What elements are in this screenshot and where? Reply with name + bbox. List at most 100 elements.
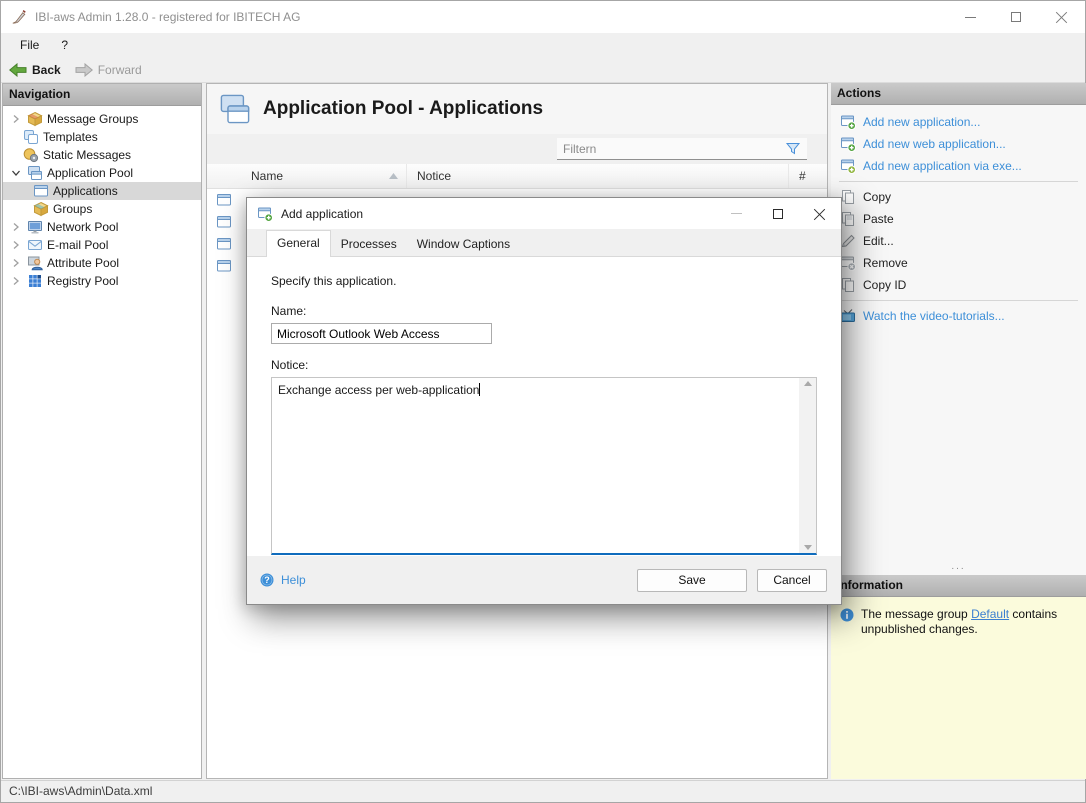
table-header: Name Notice # (207, 164, 827, 189)
nav-item-static-messages[interactable]: Static Messages (3, 146, 201, 164)
action-watch-video-tutorials[interactable]: Watch the video-tutorials... (831, 305, 1086, 327)
menu-help[interactable]: ? (52, 36, 77, 54)
dialog-body: Specify this application. Name: Notice: … (247, 258, 841, 556)
action-label: Add new application via exe... (863, 159, 1022, 173)
dialog-title: Add application (281, 207, 363, 221)
notice-scrollbar[interactable] (799, 378, 816, 553)
action-edit[interactable]: Edit... (831, 230, 1086, 252)
dialog-minimize-button[interactable] (715, 198, 757, 229)
navigation-panel: Navigation Message Groups Templates Stat… (2, 83, 202, 779)
menu-bar: File ? (1, 33, 1085, 57)
action-copy-id[interactable]: Copy ID (831, 274, 1086, 296)
add-window-exe-icon (840, 158, 856, 174)
actions-header: Actions (831, 83, 1086, 105)
nav-item-network-pool[interactable]: Network Pool (3, 218, 201, 236)
scroll-down-icon[interactable] (804, 545, 812, 550)
close-button[interactable] (1039, 1, 1085, 33)
dialog-close-button[interactable] (799, 198, 841, 229)
name-input[interactable] (271, 323, 492, 344)
back-arrow-icon (9, 63, 27, 77)
copy-icon (840, 189, 856, 205)
nav-item-label: Application Pool (47, 166, 133, 180)
right-panel: Actions Add new application... Add new w… (831, 83, 1086, 779)
forward-button[interactable]: Forward (75, 63, 142, 77)
package-icon (27, 111, 43, 127)
filter-row (207, 134, 827, 164)
window-stack-icon (27, 165, 43, 181)
action-add-new-application-via-exe[interactable]: Add new application via exe... (831, 155, 1086, 177)
notice-text: Exchange access per web-application (278, 383, 479, 397)
minimize-button[interactable] (947, 1, 993, 33)
nav-item-label: Network Pool (47, 220, 118, 234)
chevron-down-icon[interactable] (9, 168, 23, 178)
column-icon (207, 164, 241, 188)
scroll-up-icon[interactable] (804, 381, 812, 386)
save-button[interactable]: Save (637, 569, 747, 592)
tv-icon (840, 308, 856, 324)
minimize-icon (965, 17, 976, 18)
templates-icon (23, 129, 39, 145)
nav-item-message-groups[interactable]: Message Groups (3, 110, 201, 128)
column-name[interactable]: Name (241, 164, 407, 188)
static-message-icon (23, 147, 39, 163)
nav-item-attribute-pool[interactable]: Attribute Pool (3, 254, 201, 272)
navigation-tree: Message Groups Templates Static Messages… (3, 106, 201, 290)
paste-icon (840, 211, 856, 227)
tab-processes[interactable]: Processes (331, 232, 407, 256)
notice-textarea[interactable]: Exchange access per web-application (272, 378, 799, 553)
nav-item-email-pool[interactable]: E-mail Pool (3, 236, 201, 254)
chevron-right-icon[interactable] (9, 276, 23, 286)
edit-pencil-icon (840, 233, 856, 249)
app-window-icon (216, 236, 232, 252)
action-add-new-application[interactable]: Add new application... (831, 111, 1086, 133)
app-title-bar: IBI-aws Admin 1.28.0 - registered for IB… (1, 1, 1085, 33)
action-label: Edit... (863, 234, 894, 248)
info-icon (839, 607, 855, 623)
minimize-icon (731, 213, 742, 214)
svg-text:?: ? (264, 575, 270, 585)
default-message-group-link[interactable]: Default (971, 607, 1009, 621)
chevron-right-icon[interactable] (9, 240, 23, 250)
action-copy[interactable]: Copy (831, 186, 1086, 208)
help-link[interactable]: ? Help (259, 572, 306, 588)
window-title: IBI-aws Admin 1.28.0 - registered for IB… (35, 10, 300, 24)
add-window-icon (840, 114, 856, 130)
name-label: Name: (271, 304, 817, 318)
filter-box (557, 138, 807, 160)
chevron-right-icon[interactable] (9, 258, 23, 268)
forward-label: Forward (98, 63, 142, 77)
nav-item-application-pool[interactable]: Application Pool (3, 164, 201, 182)
action-remove[interactable]: Remove (831, 252, 1086, 274)
chevron-right-icon[interactable] (9, 222, 23, 232)
column-hash[interactable]: # (789, 164, 827, 188)
panel-splitter-handle[interactable]: ... (831, 563, 1086, 575)
column-notice[interactable]: Notice (407, 164, 789, 188)
brush-app-icon (11, 9, 27, 25)
nav-item-templates[interactable]: Templates (3, 128, 201, 146)
nav-item-registry-pool[interactable]: Registry Pool (3, 272, 201, 290)
filter-input[interactable] (557, 142, 785, 156)
nav-item-groups[interactable]: Groups (3, 200, 201, 218)
action-add-new-web-application[interactable]: Add new web application... (831, 133, 1086, 155)
close-icon (1056, 11, 1068, 23)
menu-file[interactable]: File (11, 36, 48, 54)
tab-general[interactable]: General (266, 230, 331, 257)
chevron-right-icon[interactable] (9, 114, 23, 124)
help-icon: ? (259, 572, 275, 588)
maximize-button[interactable] (993, 1, 1039, 33)
info-text-before: The message group (861, 607, 971, 621)
back-button[interactable]: Back (9, 63, 61, 77)
add-window-icon (257, 206, 273, 222)
remove-window-icon (840, 255, 856, 271)
navigation-toolbar: Back Forward (1, 57, 1085, 83)
information-content: The message group Default contains unpub… (831, 597, 1086, 779)
cancel-button[interactable]: Cancel (757, 569, 827, 592)
funnel-icon[interactable] (785, 141, 801, 157)
data-file-path: C:\IBI-aws\Admin\Data.xml (9, 784, 152, 798)
tab-window-captions[interactable]: Window Captions (407, 232, 520, 256)
email-icon (27, 237, 43, 253)
action-paste[interactable]: Paste (831, 208, 1086, 230)
dialog-maximize-button[interactable] (757, 198, 799, 229)
nav-item-label: Static Messages (43, 148, 131, 162)
nav-item-applications[interactable]: Applications (3, 182, 201, 200)
